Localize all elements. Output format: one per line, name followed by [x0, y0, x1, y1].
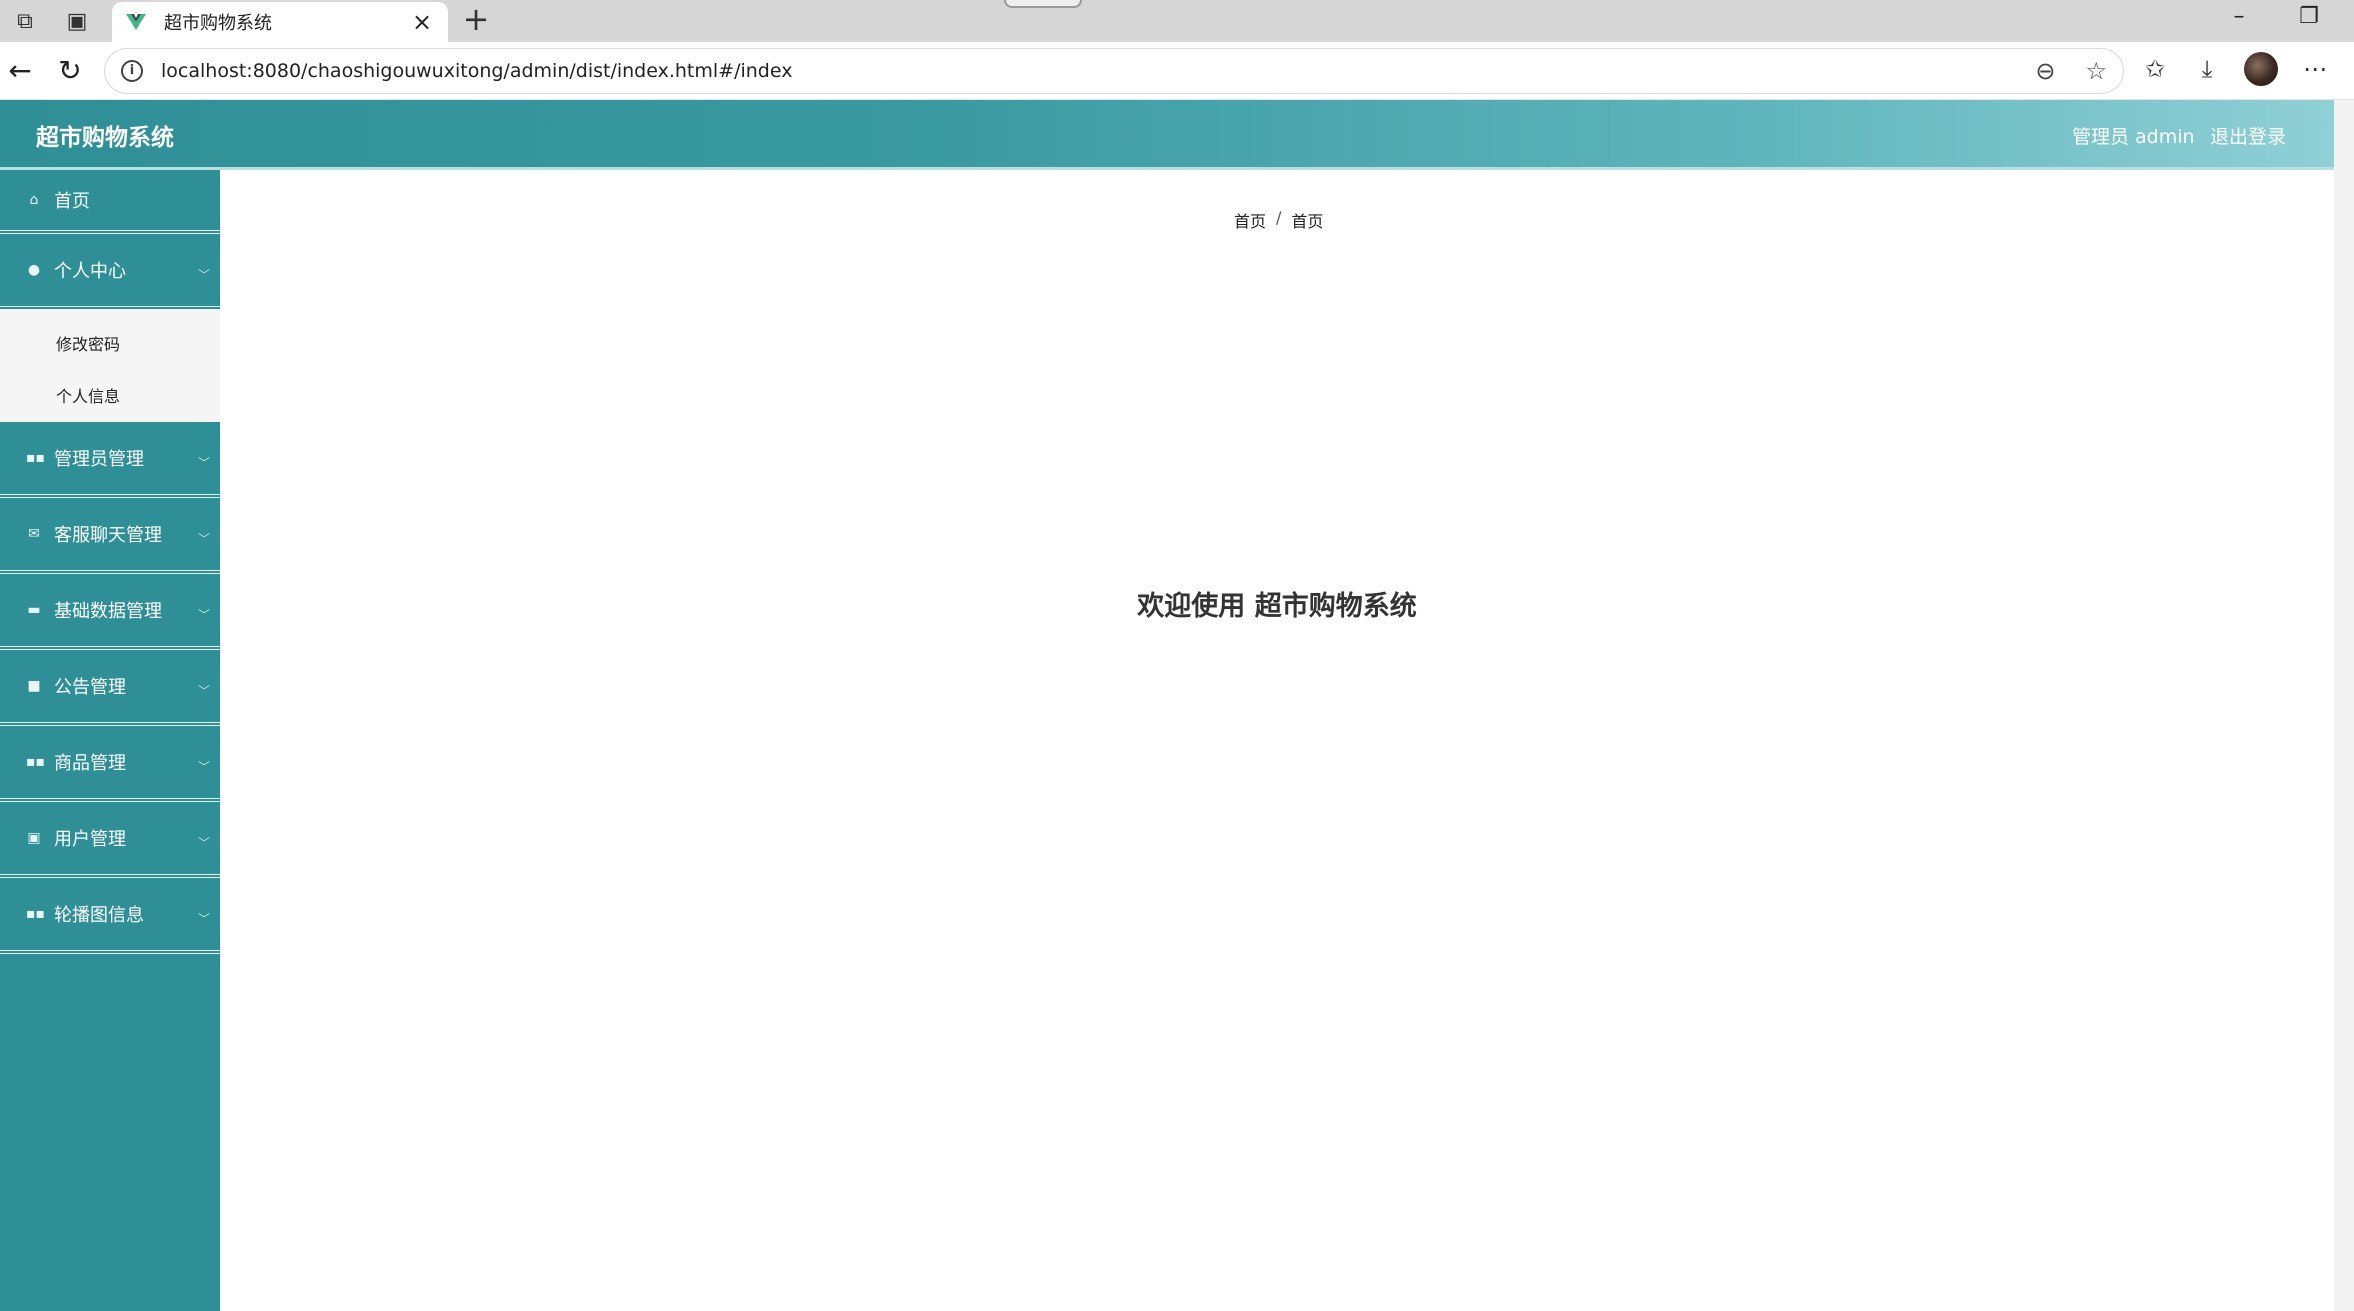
- submenu-item-personal-info[interactable]: 个人信息: [0, 368, 220, 422]
- briefcase-icon: ▬: [27, 602, 41, 618]
- sidebar-item-notice[interactable]: ■ 公告管理 ﹀: [0, 650, 220, 726]
- zoom-icon[interactable]: ⊖: [2035, 57, 2055, 85]
- window-drag-handle[interactable]: [1004, 0, 1082, 8]
- sidebar-item-users[interactable]: ▣ 用户管理 ﹀: [0, 802, 220, 878]
- current-user: 管理员 admin: [2072, 126, 2195, 148]
- chevron-down-icon: ﹀: [197, 836, 210, 850]
- sidebar-item-personal-center[interactable]: ● 个人中心 ﹀: [0, 234, 220, 310]
- sidebar-item-goods[interactable]: ▪▪ 商品管理 ﹀: [0, 726, 220, 802]
- ticket-icon: ✉: [28, 526, 40, 542]
- sidebar-item-label: 首页: [54, 191, 90, 212]
- vue-logo-icon: [126, 14, 146, 30]
- chevron-down-icon: ﹀: [197, 268, 210, 282]
- more-menu-icon[interactable]: ⋯: [2300, 55, 2330, 83]
- minimize-icon[interactable]: –: [2224, 4, 2254, 29]
- welcome-message: 欢迎使用 超市购物系统: [1137, 591, 1417, 622]
- sidebar-item-label: 个人中心: [54, 261, 126, 282]
- address-bar: ← ↻ i localhost:8080/chaoshigouwuxitong/…: [0, 42, 2354, 100]
- main-content: 首页 / 首页 欢迎使用 超市购物系统: [220, 170, 2334, 1311]
- grid-icon: ▪▪: [26, 754, 45, 770]
- sidebar-item-home[interactable]: ⌂ 首页: [0, 170, 220, 234]
- clipboard-icon: ▣: [27, 830, 41, 846]
- sidebar-item-chat-management[interactable]: ✉ 客服聊天管理 ﹀: [0, 498, 220, 574]
- close-tab-icon[interactable]: ×: [410, 8, 434, 36]
- back-icon[interactable]: ←: [2, 54, 38, 90]
- chevron-down-icon: ﹀: [197, 456, 210, 470]
- collections-icon[interactable]: ⧉: [10, 6, 40, 36]
- sidebar-item-label: 管理员管理: [54, 449, 144, 470]
- chevron-down-icon: ﹀: [197, 532, 210, 546]
- url-text[interactable]: localhost:8080/chaoshigouwuxitong/admin/…: [161, 60, 2005, 82]
- favorites-icon[interactable]: ✩: [2140, 55, 2170, 83]
- sidebar-item-label: 用户管理: [54, 829, 126, 850]
- new-tab-icon[interactable]: +: [458, 2, 494, 38]
- sidebar-item-base-data[interactable]: ▬ 基础数据管理 ﹀: [0, 574, 220, 650]
- submenu-item-change-password[interactable]: 修改密码: [0, 310, 220, 368]
- favorite-star-icon[interactable]: ☆: [2085, 57, 2107, 85]
- sidebar-item-label: 基础数据管理: [54, 601, 162, 622]
- user-icon: ●: [27, 262, 41, 278]
- site-info-icon[interactable]: i: [121, 60, 143, 82]
- tab-actions-icon[interactable]: ▣: [62, 6, 92, 36]
- chevron-down-icon: ﹀: [197, 760, 210, 774]
- home-icon: ⌂: [29, 192, 39, 208]
- breadcrumb-item-current: 首页: [1291, 212, 1324, 231]
- message-icon: ■: [27, 678, 41, 694]
- sidebar-item-carousel[interactable]: ▪▪ 轮播图信息 ﹀: [0, 878, 220, 954]
- sidebar-item-label: 公告管理: [54, 677, 126, 698]
- page-scrollbar[interactable]: [2334, 100, 2354, 1311]
- logout-link[interactable]: 退出登录: [2210, 122, 2286, 149]
- sidebar-item-label: 轮播图信息: [54, 905, 144, 926]
- profile-avatar[interactable]: [2244, 52, 2278, 86]
- breadcrumb-item-home[interactable]: 首页: [1234, 208, 1266, 232]
- restore-icon[interactable]: ❐: [2294, 4, 2324, 29]
- submenu-personal-center: 修改密码 个人信息: [0, 310, 220, 422]
- grid-icon: ▪▪: [26, 450, 45, 466]
- sidebar-item-label: 商品管理: [54, 753, 126, 774]
- app-title: 超市购物系统: [36, 125, 174, 151]
- app-header: 超市购物系统 管理员 admin 退出登录: [0, 100, 2334, 170]
- window-controls: – ❐: [2224, 4, 2324, 29]
- browser-tab[interactable]: 超市购物系统 ×: [112, 2, 448, 42]
- browser-toolbar: ✩ ⤓ ⋯: [2140, 52, 2330, 86]
- breadcrumb: 首页 / 首页: [1234, 208, 1323, 232]
- url-field[interactable]: i localhost:8080/chaoshigouwuxitong/admi…: [104, 48, 2124, 94]
- tab-title: 超市购物系统: [164, 13, 272, 34]
- chevron-down-icon: ﹀: [197, 684, 210, 698]
- grid-icon: ▪▪: [26, 906, 45, 922]
- refresh-icon[interactable]: ↻: [52, 54, 88, 90]
- sidebar-item-admin-management[interactable]: ▪▪ 管理员管理 ﹀: [0, 422, 220, 498]
- chevron-down-icon: ﹀: [197, 608, 210, 622]
- chevron-down-icon: ﹀: [197, 912, 210, 926]
- breadcrumb-separator: /: [1276, 208, 1282, 227]
- browser-tab-bar: ⧉ ▣ 超市购物系统 × + – ❐: [0, 0, 2354, 42]
- sidebar-item-label: 客服聊天管理: [54, 525, 162, 546]
- sidebar: ⌂ 首页 ● 个人中心 ﹀ 修改密码 个人信息 ▪▪ 管理员管理 ﹀ ✉ 客服聊…: [0, 170, 220, 1311]
- download-icon[interactable]: ⤓: [2192, 55, 2222, 83]
